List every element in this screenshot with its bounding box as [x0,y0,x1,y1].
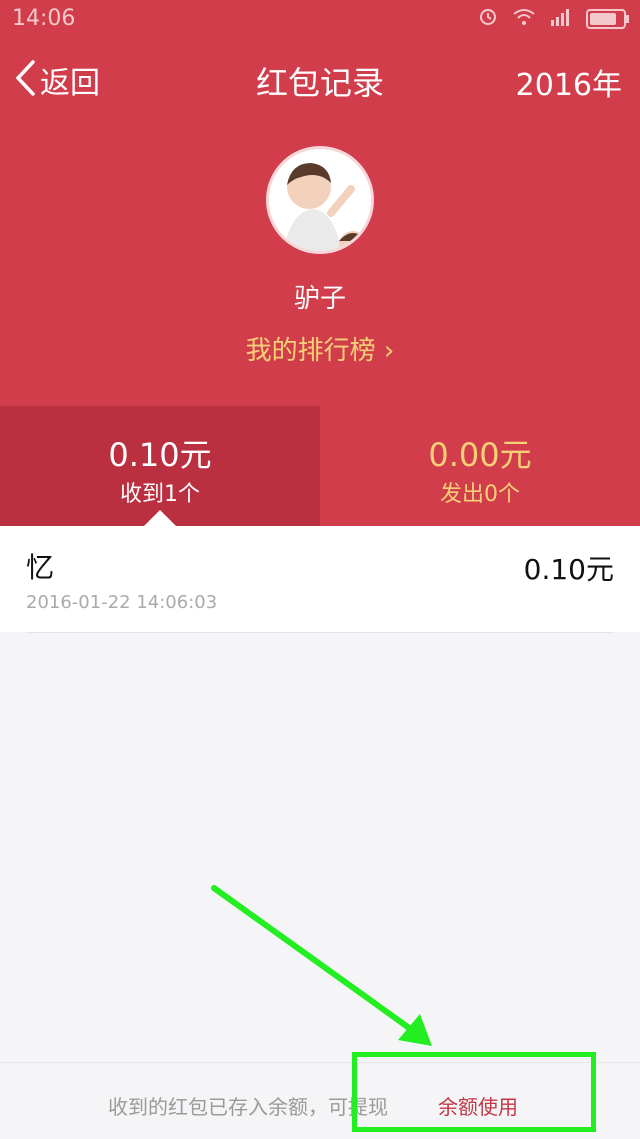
divider [26,632,614,633]
stats-tabs: 0.10元 收到1个 0.00元 发出0个 [0,406,640,526]
received-amount: 0.10元 [108,436,212,474]
record-date: 2016-01-22 14:06:03 [26,592,218,613]
navigation-bar: 返回 红包记录 2016年 [0,50,640,110]
signal-icon [550,7,572,32]
wifi-icon [512,7,536,32]
ranking-link[interactable]: 我的排行榜 › [0,330,640,367]
record-sender: 忆 [26,551,55,584]
list-item[interactable]: 忆 2016-01-22 14:06:03 0.10元 [0,526,640,632]
record-amount: 0.10元 [523,553,614,586]
annotation-highlight-box [352,1052,596,1132]
sent-count: 发出0个 [440,482,520,507]
battery-icon [586,9,629,29]
username: 驴子 [293,284,346,314]
avatar[interactable] [266,146,374,254]
received-count: 收到1个 [120,482,200,507]
footer-note: 收到的红包已存入余额，可提现 [108,1095,388,1119]
status-time: 14:06 [12,6,76,31]
sent-amount: 0.00元 [428,436,532,474]
tab-sent[interactable]: 0.00元 发出0个 [320,406,640,526]
tab-received[interactable]: 0.10元 收到1个 [0,406,320,526]
alarm-icon [478,6,498,32]
active-tab-pointer [144,510,176,526]
status-bar: 14:06 [0,0,640,38]
year-selector[interactable]: 2016年 [516,60,622,104]
status-icons [478,6,629,32]
